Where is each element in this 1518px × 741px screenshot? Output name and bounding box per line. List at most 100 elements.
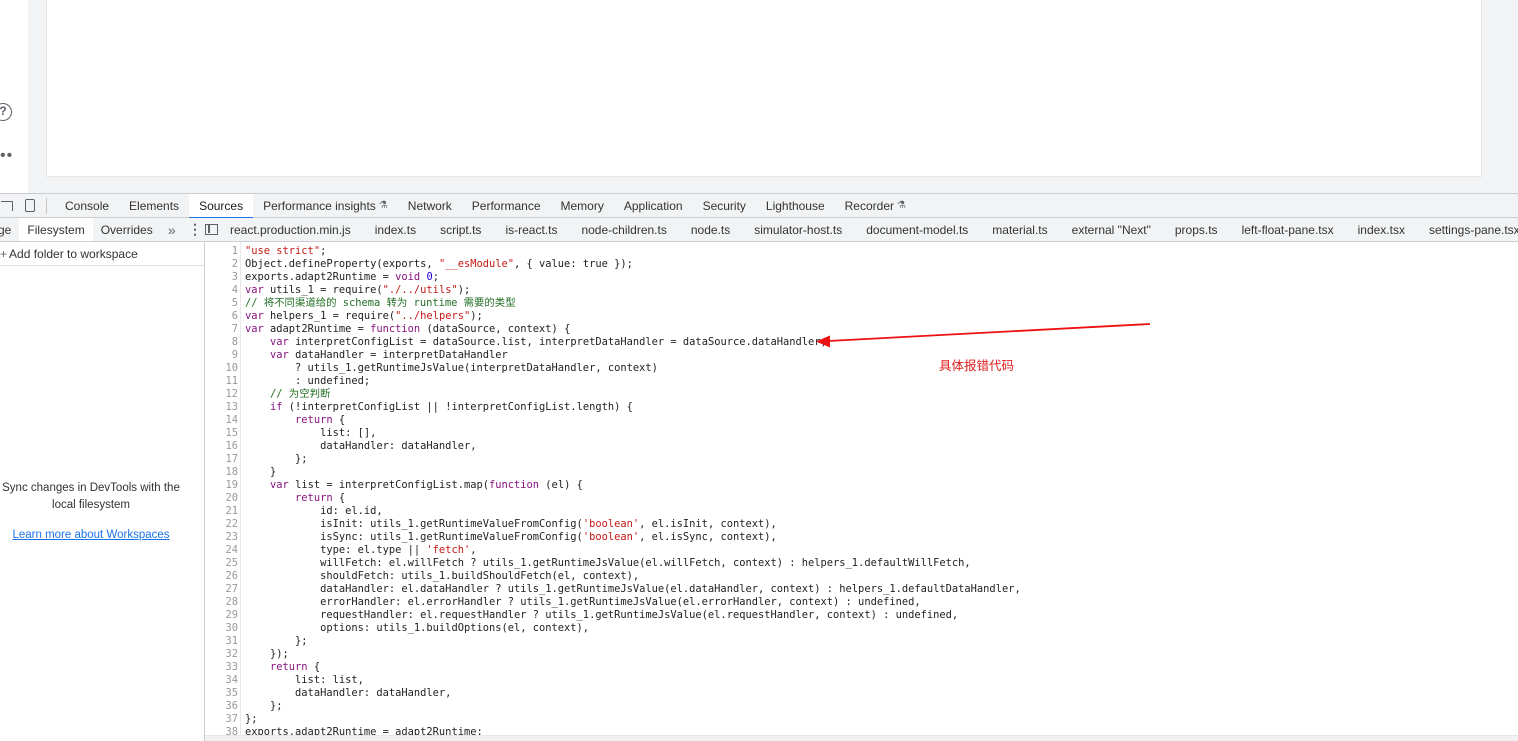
file-tab-label: react.production.min.js bbox=[230, 222, 351, 237]
code-line: 11 : undefined; bbox=[205, 375, 1518, 388]
tab-memory[interactable]: Memory bbox=[551, 194, 614, 218]
line-number[interactable]: 33 bbox=[205, 661, 238, 674]
code-line: 21 id: el.id, bbox=[205, 505, 1518, 518]
tab-label: Performance bbox=[471, 198, 541, 213]
line-number[interactable]: 11 bbox=[205, 375, 238, 388]
line-number[interactable]: 8 bbox=[205, 336, 238, 349]
line-number[interactable]: 3 bbox=[205, 271, 238, 284]
file-tab[interactable]: index.tsx bbox=[1346, 218, 1417, 241]
line-number[interactable]: 9 bbox=[205, 349, 238, 362]
device-icon bbox=[25, 199, 35, 212]
tab-application[interactable]: Application bbox=[614, 194, 693, 218]
line-number[interactable]: 12 bbox=[205, 388, 238, 401]
tab-overrides[interactable]: Overrides bbox=[93, 218, 161, 241]
learn-more-workspaces-link[interactable]: Learn more about Workspaces bbox=[0, 529, 182, 541]
tab-performance-insights[interactable]: Performance insights ⚗ bbox=[253, 194, 398, 218]
horizontal-scrollbar[interactable] bbox=[205, 735, 1518, 741]
code-line: 18 } bbox=[205, 466, 1518, 479]
line-number[interactable]: 36 bbox=[205, 700, 238, 713]
code-text: var interpretConfigList = dataSource.lis… bbox=[270, 336, 827, 348]
file-tab[interactable]: script.ts bbox=[428, 218, 493, 241]
line-number[interactable]: 2 bbox=[205, 258, 238, 271]
line-number[interactable]: 23 bbox=[205, 531, 238, 544]
tab-sources[interactable]: Sources bbox=[189, 193, 254, 219]
tab-elements[interactable]: Elements bbox=[119, 194, 189, 218]
line-number[interactable]: 21 bbox=[205, 505, 238, 518]
file-tab[interactable]: document-model.ts bbox=[854, 218, 980, 241]
line-number[interactable]: 20 bbox=[205, 492, 238, 505]
file-tab[interactable]: simulator-host.ts bbox=[742, 218, 854, 241]
code-text: list: [], bbox=[245, 427, 377, 439]
code-text: willFetch: el.willFetch ? utils_1.getRun… bbox=[245, 557, 971, 569]
tab-lighthouse[interactable]: Lighthouse bbox=[756, 194, 835, 218]
line-number[interactable]: 18 bbox=[205, 466, 238, 479]
line-number[interactable]: 16 bbox=[205, 440, 238, 453]
more-tabs-chevron-icon[interactable]: » bbox=[161, 218, 183, 241]
code-line: 31 }; bbox=[205, 635, 1518, 648]
file-tab[interactable]: material.ts bbox=[980, 218, 1059, 241]
line-number[interactable]: 7 bbox=[205, 323, 238, 336]
toggle-navigator-button[interactable] bbox=[205, 218, 218, 241]
tab-network[interactable]: Network bbox=[398, 194, 462, 218]
line-number[interactable]: 14 bbox=[205, 414, 238, 427]
file-tab[interactable]: is-react.ts bbox=[493, 218, 569, 241]
line-number[interactable]: 22 bbox=[205, 518, 238, 531]
tab-security[interactable]: Security bbox=[693, 194, 756, 218]
file-tab[interactable]: props.ts bbox=[1163, 218, 1230, 241]
line-number[interactable]: 31 bbox=[205, 635, 238, 648]
inspect-element-button[interactable] bbox=[0, 194, 20, 218]
code-line: 20 return { bbox=[205, 492, 1518, 505]
file-tab[interactable]: node-children.ts bbox=[569, 218, 678, 241]
line-number[interactable]: 37 bbox=[205, 713, 238, 726]
line-number[interactable]: 34 bbox=[205, 674, 238, 687]
file-tabs: react.production.min.js index.ts script.ts… bbox=[218, 218, 1518, 241]
workspace-sync-message: Sync changes in DevTools with the local … bbox=[0, 480, 182, 514]
code-editor[interactable]: 1 "use strict"; 2 Object.defineProperty(exp… bbox=[205, 242, 1518, 741]
line-number[interactable]: 10 bbox=[205, 362, 238, 375]
line-number[interactable]: 15 bbox=[205, 427, 238, 440]
line-number[interactable]: 26 bbox=[205, 570, 238, 583]
line-number[interactable]: 25 bbox=[205, 557, 238, 570]
line-number[interactable]: 17 bbox=[205, 453, 238, 466]
code-text: var dataHandler = interpretDataHandler bbox=[270, 349, 508, 361]
code-text: }; bbox=[245, 700, 283, 712]
tab-performance[interactable]: Performance bbox=[462, 194, 551, 218]
code-text: if (!interpretConfigList || !interpretCo… bbox=[270, 401, 633, 413]
device-toolbar-button[interactable] bbox=[20, 194, 40, 218]
file-tab[interactable]: node.ts bbox=[679, 218, 742, 241]
code-text: }; bbox=[245, 635, 308, 647]
line-number[interactable]: 4 bbox=[205, 284, 238, 297]
line-number[interactable]: 5 bbox=[205, 297, 238, 310]
line-number[interactable]: 6 bbox=[205, 310, 238, 323]
tab-recorder[interactable]: Recorder ⚗ bbox=[835, 194, 916, 218]
help-icon[interactable]: ? bbox=[0, 103, 12, 121]
tab-filesystem[interactable]: Filesystem bbox=[19, 218, 94, 241]
line-number[interactable]: 13 bbox=[205, 401, 238, 414]
code-text: isInit: utils_1.getRuntimeValueFromConfi… bbox=[245, 518, 777, 530]
file-tab[interactable]: left-float-pane.tsx bbox=[1230, 218, 1346, 241]
code-text: errorHandler: el.errorHandler ? utils_1.… bbox=[245, 596, 921, 608]
line-number[interactable]: 24 bbox=[205, 544, 238, 557]
line-number[interactable]: 29 bbox=[205, 609, 238, 622]
code-text: }); bbox=[245, 648, 289, 660]
line-number[interactable]: 35 bbox=[205, 687, 238, 700]
line-number[interactable]: 28 bbox=[205, 596, 238, 609]
file-tab[interactable]: react.production.min.js bbox=[218, 218, 363, 241]
tab-page[interactable]: ge bbox=[0, 218, 19, 241]
sync-text-line: local filesystem bbox=[52, 499, 130, 511]
line-number[interactable]: 27 bbox=[205, 583, 238, 596]
code-line: 19 var list = interpretConfigList.map(fu… bbox=[205, 479, 1518, 492]
line-number[interactable]: 19 bbox=[205, 479, 238, 492]
kebab-menu-icon[interactable]: ⋮ bbox=[185, 218, 205, 241]
file-tab[interactable]: external "Next" bbox=[1060, 218, 1163, 241]
file-tab[interactable]: index.ts bbox=[363, 218, 428, 241]
line-number[interactable]: 30 bbox=[205, 622, 238, 635]
add-folder-button[interactable]: + Add folder to workspace bbox=[0, 242, 204, 266]
line-number[interactable]: 1 bbox=[205, 245, 238, 258]
more-options-icon[interactable]: •• bbox=[0, 148, 13, 164]
page-left-rail: ? •• bbox=[0, 0, 28, 193]
line-number[interactable]: 32 bbox=[205, 648, 238, 661]
tab-console[interactable]: Console bbox=[55, 194, 119, 218]
code-line: 6 var helpers_1 = require("../helpers"); bbox=[205, 310, 1518, 323]
file-tab[interactable]: settings-pane.tsx bbox=[1417, 218, 1518, 241]
